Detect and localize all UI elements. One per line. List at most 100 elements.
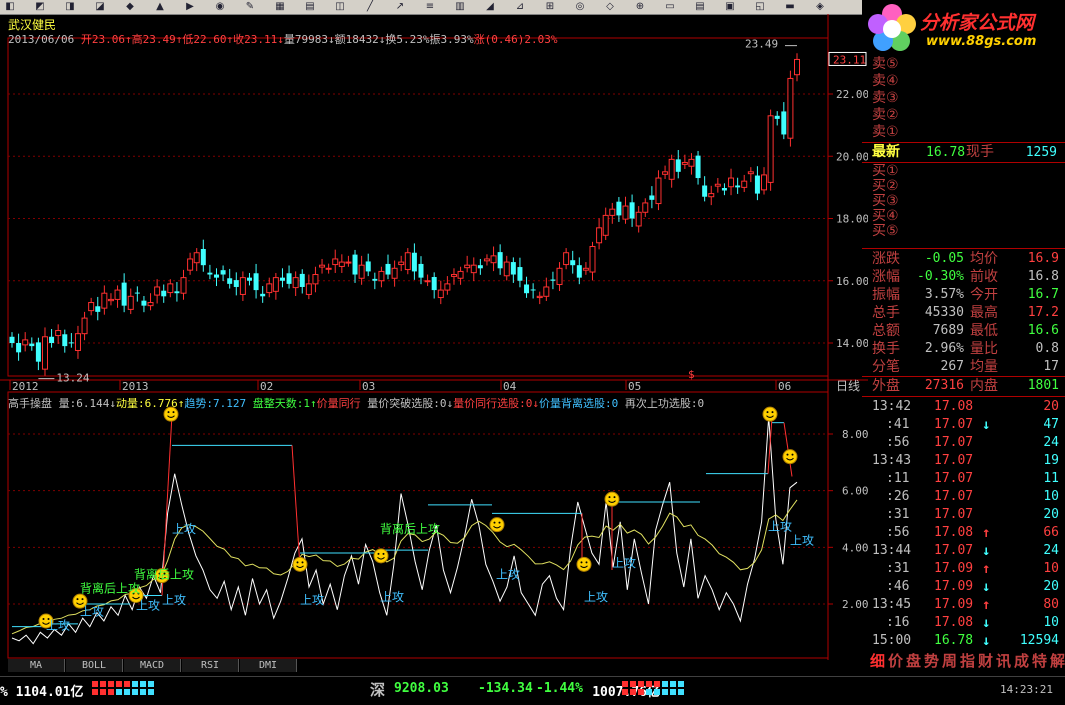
info-item: 收23.11↓ (233, 33, 284, 46)
tick-volume: 80 (1043, 597, 1059, 612)
toolbar-tool-icon[interactable]: ◉ (214, 1, 226, 12)
side-tab-6[interactable]: 财 (978, 652, 993, 670)
market-amount-left: % 1104.01亿 (0, 685, 84, 700)
candle-body-down (418, 263, 424, 278)
side-tab-7[interactable]: 讯 (996, 652, 1011, 670)
stat-value: 17.2 (1027, 305, 1059, 320)
tick-time: :31 (886, 561, 910, 576)
toolbar-tool-icon[interactable]: ◢ (484, 1, 496, 12)
info-item: 量价同行选股:0↓ (453, 397, 539, 410)
candle-body-down (431, 277, 437, 291)
breadth-bar (622, 689, 628, 695)
date-axis-label: 06 (778, 380, 791, 393)
toolbar-tool-icon[interactable]: ≡ (424, 1, 436, 12)
breadth-bar (148, 681, 154, 687)
tick-volume: 10 (1043, 561, 1059, 576)
indicator-tab-rsi[interactable]: RSI (182, 659, 239, 672)
candle-body-up (398, 261, 405, 266)
candle-body-down (161, 290, 167, 297)
candle-body-up (708, 193, 715, 198)
tick-time: :56 (886, 525, 910, 540)
tick-price: 17.07 (934, 471, 974, 486)
toolbar-tool-icon[interactable]: ◫ (334, 1, 346, 12)
toolbar-tool-icon[interactable]: ▭ (664, 1, 676, 12)
toolbar-tool-icon[interactable]: ⊿ (514, 1, 526, 12)
candle-body-up (424, 280, 431, 283)
candle-body-up (180, 277, 187, 294)
attack-signal-label: 上攻 (584, 590, 608, 604)
toolbar-tool-icon[interactable]: ◱ (754, 1, 766, 12)
logo-title: 分析家公式网 (920, 12, 1035, 34)
side-tab-9[interactable]: 特 (1032, 652, 1047, 670)
toolbar-tool-icon[interactable]: ◩ (34, 1, 46, 12)
toolbar-tool-icon[interactable]: ◪ (94, 1, 106, 12)
info-item: 振3.93% (429, 33, 474, 46)
indicator-tab-ma[interactable]: MA (8, 659, 65, 672)
indicator-tab-dmi[interactable]: DMI (240, 659, 297, 672)
candle-body-up (444, 283, 451, 291)
candle-body-down (253, 273, 259, 291)
toolbar-tool-icon[interactable]: ◧ (4, 1, 16, 12)
candle-body-up (589, 246, 596, 273)
candle-body-up (563, 252, 570, 266)
side-tab-5[interactable]: 指 (960, 652, 975, 670)
candle-body-down (9, 336, 15, 343)
toolbar-tool-icon[interactable]: ↗ (394, 1, 406, 12)
candle-body-up (635, 211, 642, 227)
toolbar-tool-icon[interactable]: ◎ (574, 1, 586, 12)
candle-body-up (193, 252, 200, 264)
toolbar-tool-icon[interactable]: ◇ (604, 1, 616, 12)
toolbar-tool-icon[interactable]: ▤ (694, 1, 706, 12)
toolbar-tool-icon[interactable]: ▤ (304, 1, 316, 12)
toolbar-tool-icon[interactable]: ◈ (814, 1, 826, 12)
toolbar-tool-icon[interactable]: ✎ (244, 1, 256, 12)
candle-body-down (517, 267, 523, 281)
side-tab-3[interactable]: 势 (924, 652, 939, 670)
toolbar-tool-icon[interactable]: ◨ (64, 1, 76, 12)
toolbar-tool-icon[interactable]: ▥ (454, 1, 466, 12)
info-item: 开23.06↑ (80, 33, 132, 46)
main-chart[interactable]: 22.0020.0018.0016.0014.0023.112012 2013 02… (0, 14, 868, 660)
indicator-tab-macd[interactable]: MACD (124, 659, 181, 672)
stat-label: 最低 (970, 323, 998, 339)
info-item: 盘整天数:1↑ (252, 397, 317, 410)
side-tab-0[interactable]: 细 (870, 652, 885, 670)
toolbar-tool-icon[interactable]: ⊕ (634, 1, 646, 12)
toolbar-tool-icon[interactable]: ◆ (124, 1, 136, 12)
tick-volume: 10 (1043, 615, 1059, 630)
side-tab-1[interactable]: 价 (888, 652, 903, 670)
toolbar-tool-icon[interactable]: ▣ (724, 1, 736, 12)
date-axis-label: 02 (260, 380, 273, 393)
inner-volume-label: 内盘 (970, 378, 998, 394)
candle-body-up (239, 277, 246, 295)
stat-label: 总额 (872, 323, 900, 339)
bid-level-label: 买③ (872, 193, 899, 209)
side-tab-2[interactable]: 盘 (906, 652, 921, 670)
side-tab-4[interactable]: 周 (942, 652, 957, 670)
candle-body-up (556, 267, 563, 285)
side-tab-8[interactable]: 成 (1014, 652, 1029, 670)
toolbar-tool-icon[interactable]: ▦ (274, 1, 286, 12)
candle-body-down (576, 265, 582, 278)
info-item: 换5.23% (385, 33, 430, 46)
toolbar-tool-icon[interactable]: ▶ (184, 1, 196, 12)
toolbar-tool-icon[interactable]: ⊞ (544, 1, 556, 12)
market-breadth-right (622, 681, 686, 695)
candle-body-down (286, 273, 292, 284)
smiley-signal-icon (604, 491, 620, 507)
info-item: 量:6.144↓ (58, 397, 116, 410)
info-item: 额18432↓ (334, 33, 386, 46)
toolbar-tool-icon[interactable]: ▲ (154, 1, 166, 12)
side-tab-10[interactable]: 解 (1050, 652, 1065, 670)
candle-body-down (174, 291, 180, 294)
dividend-marker-icon: $ (688, 368, 695, 381)
candle-body-down (616, 201, 622, 216)
toolbar-tool-icon[interactable]: ▬ (784, 1, 796, 12)
info-item: 低22.60↑ (182, 33, 234, 46)
candle-body-down (510, 262, 516, 275)
toolbar-tool-icon[interactable]: ╱ (364, 1, 376, 12)
candle-body-down (200, 249, 206, 266)
indicator-tab-boll[interactable]: BOLL (66, 659, 123, 672)
candle-body-down (207, 272, 213, 275)
candle-body-down (721, 187, 727, 191)
